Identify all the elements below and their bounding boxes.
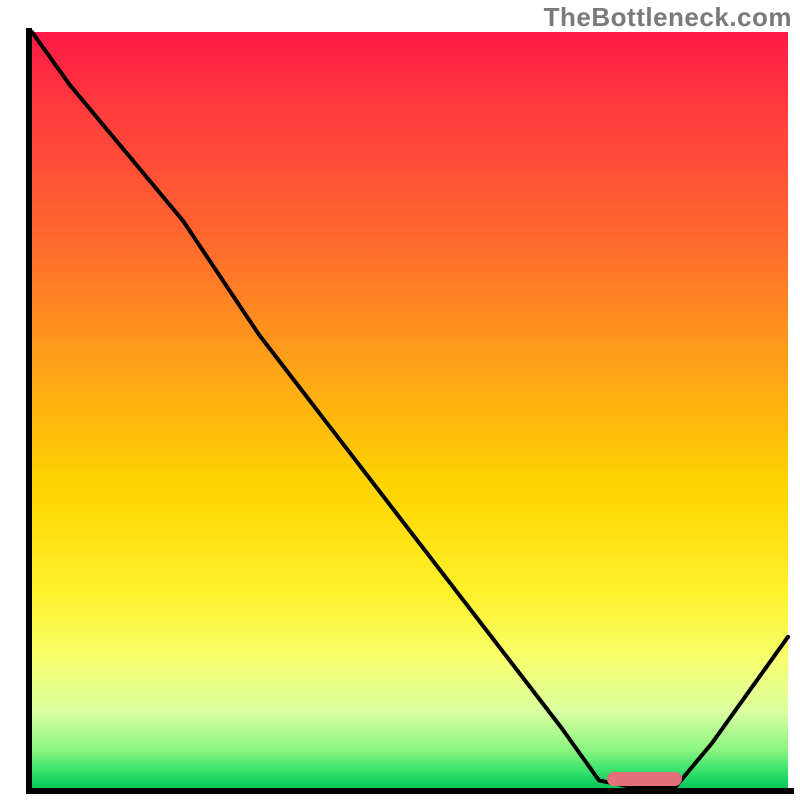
chart-container: TheBottleneck.com <box>0 0 800 800</box>
watermark-text: TheBottleneck.com <box>544 2 792 33</box>
curve-path <box>32 32 788 788</box>
x-axis <box>26 788 794 794</box>
optimal-range-marker <box>607 772 683 786</box>
bottleneck-curve <box>32 32 788 788</box>
plot-area <box>32 32 788 788</box>
